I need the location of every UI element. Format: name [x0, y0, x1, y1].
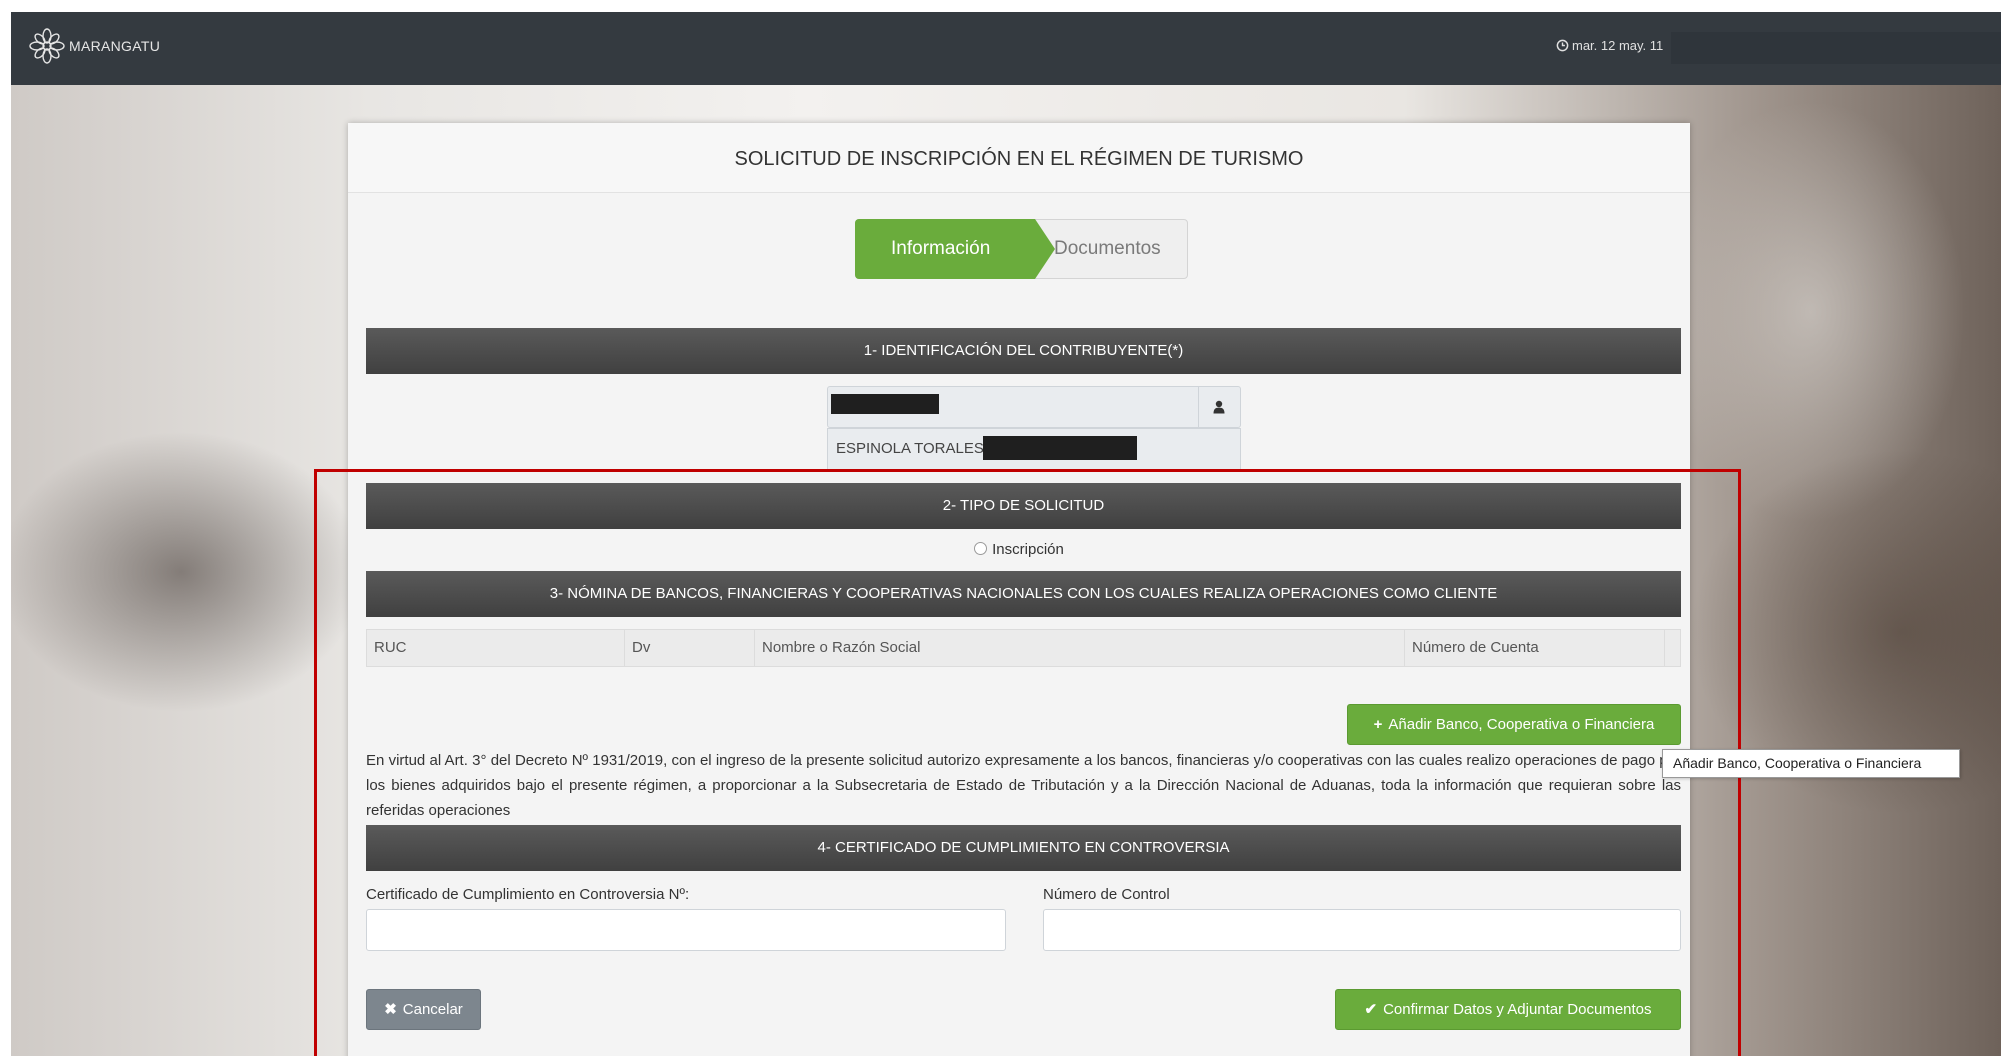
contributor-name: ESPINOLA TORALES — [836, 440, 984, 457]
marangatu-logo-icon — [29, 28, 65, 64]
form-stepper: Información Documentos — [855, 219, 1188, 279]
ruc-input[interactable] — [827, 386, 1199, 428]
redacted-ruc — [831, 394, 939, 414]
clock-icon — [1556, 39, 1569, 52]
user-addon — [1199, 386, 1241, 428]
contributor-name-field: ESPINOLA TORALES — [827, 428, 1241, 470]
top-navbar: MARANGATU mar. 12 may. 11 — [11, 12, 2001, 85]
step-informacion[interactable]: Información — [855, 219, 1055, 279]
page-title: SOLICITUD DE INSCRIPCIÓN EN EL RÉGIMEN D… — [348, 123, 1690, 193]
redacted-name — [983, 436, 1137, 460]
step-documentos[interactable]: Documentos — [1054, 220, 1161, 278]
red-highlight-box — [314, 469, 1741, 1056]
section-identificacion-header: 1- IDENTIFICACIÓN DEL CONTRIBUYENTE(*) — [366, 328, 1681, 374]
add-bank-tooltip: Añadir Banco, Cooperativa o Financiera — [1662, 749, 1960, 778]
brand-name: MARANGATU — [69, 38, 161, 54]
screenshot-frame: MARANGATU mar. 12 may. 11 SOLICITUD DE I… — [11, 12, 2001, 1056]
user-icon — [1213, 400, 1225, 414]
session-datetime: mar. 12 may. 11 — [1556, 38, 1663, 53]
redacted-area — [1671, 32, 2001, 64]
datetime-text: mar. 12 may. 11 — [1572, 38, 1664, 53]
